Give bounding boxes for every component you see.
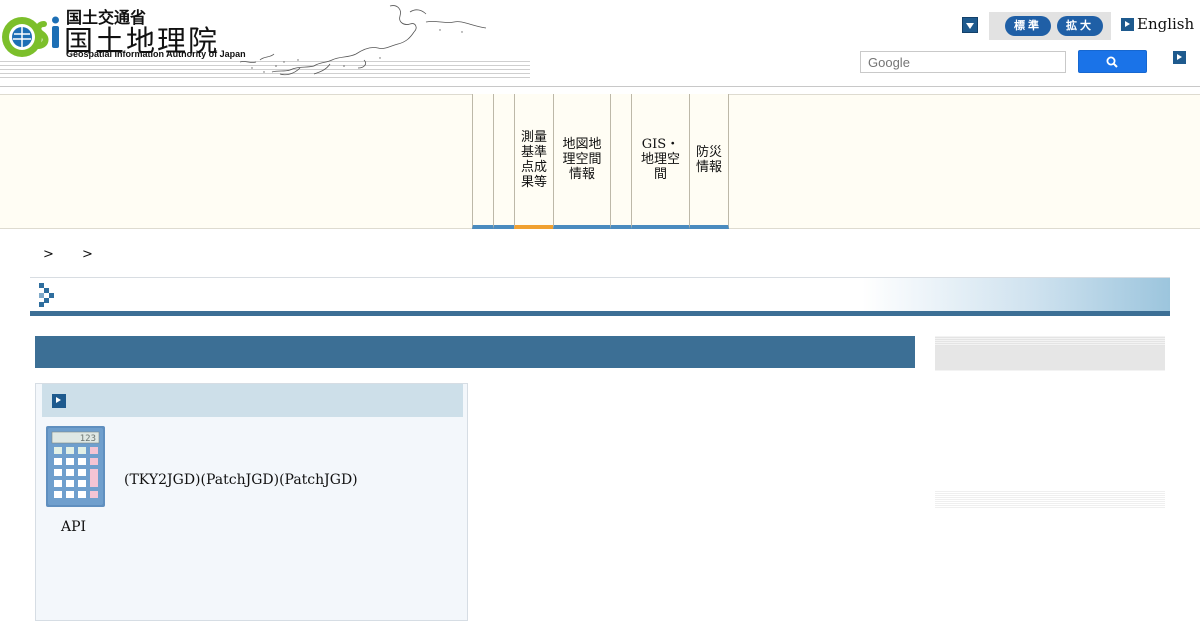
title-pattern-icon xyxy=(39,283,54,307)
calculator-display: 123 xyxy=(80,434,96,444)
search-button[interactable] xyxy=(1078,50,1147,73)
nav-item-label: 防災情報 xyxy=(695,144,722,175)
gsi-logo-emblem xyxy=(2,16,59,57)
nav-item-maps-geospatial[interactable]: 地図地理空間情報 xyxy=(553,94,610,229)
breadcrumb-separator: > xyxy=(43,247,54,262)
nav-item-disaster[interactable]: 防災情報 xyxy=(689,94,729,229)
site-logo[interactable]: 国土交通省 国土地理院 Geospatial Information Autho… xyxy=(0,0,530,80)
breadcrumb-separator: > xyxy=(82,247,93,262)
site-header: 国土交通省 国土地理院 Geospatial Information Autho… xyxy=(0,0,1200,88)
arrow-right-icon xyxy=(1121,17,1134,31)
page-title-bar xyxy=(30,277,1170,311)
calculator-icon[interactable]: 123 xyxy=(46,426,105,507)
nav-item-label: 地図地理空間情報 xyxy=(562,137,602,182)
card-caption: API xyxy=(61,519,87,535)
section-heading-bar xyxy=(35,336,915,368)
english-link[interactable]: English xyxy=(1121,15,1194,33)
fontsize-switcher: 標準 拡大 xyxy=(989,12,1111,40)
fontsize-toggle-icon[interactable] xyxy=(962,17,978,33)
english-link-label: English xyxy=(1137,15,1195,33)
breadcrumb-home-link[interactable] xyxy=(33,247,37,263)
page-title-underline xyxy=(30,311,1170,316)
fontsize-enlarge-button[interactable]: 拡大 xyxy=(1057,16,1103,36)
sidebar-divider xyxy=(935,491,1165,509)
search-icon xyxy=(1106,56,1118,68)
site-search-arrow-icon[interactable] xyxy=(1173,51,1186,64)
nav-item-survey-results[interactable]: 測量基準点成果等 xyxy=(514,94,553,229)
nav-item-gis[interactable]: GIS・地理空間 xyxy=(631,94,689,229)
header-divider xyxy=(0,86,1200,87)
search-input[interactable] xyxy=(860,51,1066,73)
nav-item-label: 測量基準点成果等 xyxy=(520,129,547,190)
nav-item-5[interactable] xyxy=(610,94,631,229)
nav-item-label: GIS・地理空間 xyxy=(640,137,680,182)
card-description: (TKY2JGD)(PatchJGD)(PatchJGD) xyxy=(124,472,358,488)
nav-item-2[interactable] xyxy=(493,94,514,229)
fontsize-standard-button[interactable]: 標準 xyxy=(1005,16,1051,36)
arrow-right-icon xyxy=(52,394,66,408)
agency-name-en: Geospatial Information Authority of Japa… xyxy=(66,49,246,59)
content-card: 123 (TKY2JGD)(PatchJGD)(PatchJGD) API xyxy=(35,383,468,621)
breadcrumb-link[interactable] xyxy=(57,247,73,263)
sidebar-header-inner xyxy=(935,346,1165,370)
japan-map-outline xyxy=(240,5,487,76)
nav-item-1[interactable] xyxy=(472,94,493,229)
card-header[interactable] xyxy=(42,384,463,417)
